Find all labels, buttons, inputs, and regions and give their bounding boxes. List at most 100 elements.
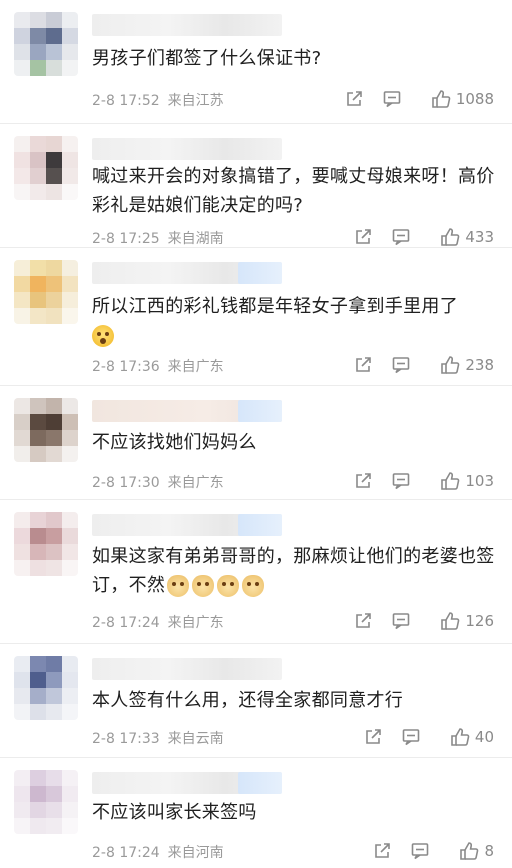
comment-icon[interactable]	[410, 841, 458, 861]
comment-item: 男孩子们都签了什么保证书? 2-8 17:52 来自江苏 1088	[0, 0, 512, 124]
comment-actions: 103	[353, 470, 494, 492]
like-count: 238	[465, 356, 494, 374]
doge-emoji	[192, 575, 215, 597]
avatar[interactable]	[14, 136, 78, 200]
like-button[interactable]: 126	[439, 610, 494, 632]
username-blurred[interactable]	[92, 514, 282, 536]
comment-text: 本人签有什么用，还得全家都同意才行	[92, 690, 404, 711]
avatar[interactable]	[14, 12, 78, 76]
comment-meta: 2-8 17:52 来自江苏	[92, 90, 224, 110]
comment-actions: 40	[363, 726, 494, 748]
comment-text: 男孩子们都签了什么保证书?	[92, 48, 322, 69]
user-badge	[238, 262, 282, 284]
comment-time: 2-8 17:24	[92, 615, 160, 631]
username-blurred[interactable]	[92, 658, 282, 680]
user-badge	[238, 772, 282, 794]
avatar[interactable]	[14, 512, 78, 576]
comment-text: 喊过来开会的对象搞错了，要喊丈母娘来呀！高价彩礼是姑娘们能决定的吗?	[92, 166, 495, 216]
thumbs-up-icon	[460, 842, 479, 860]
comment-icon[interactable]	[401, 727, 449, 747]
like-button[interactable]: 1088	[430, 88, 494, 110]
comment-item: 如果这家有弟弟哥哥的，那麻烦让他们的老婆也签订，不然 2-8 17:24 来自广东…	[0, 500, 512, 644]
comment-location: 来自广东	[167, 475, 224, 491]
share-icon[interactable]	[372, 841, 410, 861]
comment-meta: 2-8 17:33 来自云南	[92, 728, 224, 748]
avatar[interactable]	[14, 656, 78, 720]
comment-location: 来自江苏	[167, 93, 224, 109]
comment-item: 喊过来开会的对象搞错了，要喊丈母娘来呀！高价彩礼是姑娘们能决定的吗? 2-8 1…	[0, 124, 512, 248]
comment-actions: 126	[353, 610, 494, 632]
comment-icon[interactable]	[391, 471, 439, 491]
share-icon[interactable]	[353, 355, 391, 375]
like-button[interactable]: 8	[458, 840, 494, 862]
thumbs-up-icon	[441, 356, 460, 374]
comment-time: 2-8 17:25	[92, 231, 160, 247]
comment-time: 2-8 17:33	[92, 731, 160, 747]
thumbs-up-icon	[441, 228, 460, 246]
comment-location: 来自河南	[167, 845, 224, 861]
username-blurred[interactable]	[92, 400, 282, 422]
doge-emoji	[242, 575, 265, 597]
like-count: 8	[484, 842, 494, 860]
comment-actions: 238	[353, 354, 494, 376]
thumbs-up-icon	[441, 472, 460, 490]
like-count: 103	[465, 472, 494, 490]
comment-meta: 2-8 17:25 来自湖南	[92, 228, 224, 248]
comment-item: 所以江西的彩礼钱都是年轻女子拿到手里用了 2-8 17:36 来自广东 238	[0, 248, 512, 386]
comment-text: 不应该找她们妈妈么	[92, 432, 257, 453]
thumbs-up-icon	[451, 728, 470, 746]
comment-item: 不应该叫家长来签吗 2-8 17:24 来自河南 8	[0, 758, 512, 868]
comment-actions: 8	[372, 840, 494, 862]
doge-emoji	[217, 575, 240, 597]
comment-time: 2-8 17:24	[92, 845, 160, 861]
comment-meta: 2-8 17:30 来自广东	[92, 472, 224, 492]
like-count: 40	[474, 728, 494, 746]
share-icon[interactable]	[353, 611, 391, 631]
like-button[interactable]: 238	[439, 354, 494, 376]
shocked-face-emoji	[92, 325, 114, 347]
username-blurred[interactable]	[92, 14, 282, 36]
user-badge	[238, 400, 282, 422]
comment-location: 来自广东	[167, 359, 224, 375]
thumbs-up-icon	[441, 612, 460, 630]
comment-location: 来自云南	[167, 731, 224, 747]
emoji-group	[167, 575, 265, 597]
thumbs-up-icon	[432, 90, 451, 108]
comment-icon[interactable]	[391, 227, 439, 247]
username-blurred[interactable]	[92, 262, 282, 284]
comment-text: 所以江西的彩礼钱都是年轻女子拿到手里用了	[92, 292, 498, 350]
comment-icon[interactable]	[391, 355, 439, 375]
share-icon[interactable]	[363, 727, 401, 747]
like-button[interactable]: 433	[439, 226, 494, 248]
like-count: 433	[465, 228, 494, 246]
avatar[interactable]	[14, 770, 78, 834]
avatar[interactable]	[14, 260, 78, 324]
like-button[interactable]: 103	[439, 470, 494, 492]
doge-emoji	[167, 575, 190, 597]
comment-time: 2-8 17:30	[92, 475, 160, 491]
share-icon[interactable]	[344, 89, 382, 109]
comment-meta: 2-8 17:24 来自广东	[92, 612, 224, 632]
comment-icon[interactable]	[382, 89, 430, 109]
comment-actions: 433	[353, 226, 494, 248]
comment-meta: 2-8 17:24 来自河南	[92, 842, 224, 862]
share-icon[interactable]	[353, 227, 391, 247]
share-icon[interactable]	[353, 471, 391, 491]
comment-time: 2-8 17:52	[92, 93, 160, 109]
comment-time: 2-8 17:36	[92, 359, 160, 375]
username-blurred[interactable]	[92, 138, 282, 160]
like-count: 126	[465, 612, 494, 630]
comment-location: 来自湖南	[167, 231, 224, 247]
comment-meta: 2-8 17:36 来自广东	[92, 356, 224, 376]
comment-text: 不应该叫家长来签吗	[92, 802, 257, 823]
comment-location: 来自广东	[167, 615, 224, 631]
comment-icon[interactable]	[391, 611, 439, 631]
comment-item: 不应该找她们妈妈么 2-8 17:30 来自广东 103	[0, 386, 512, 500]
like-button[interactable]: 40	[449, 726, 494, 748]
comment-actions: 1088	[344, 88, 494, 110]
comment-text: 如果这家有弟弟哥哥的，那麻烦让他们的老婆也签订，不然	[92, 546, 495, 597]
username-blurred[interactable]	[92, 772, 282, 794]
comment-item: 本人签有什么用，还得全家都同意才行 2-8 17:33 来自云南 40	[0, 644, 512, 758]
user-badge	[238, 514, 282, 536]
avatar[interactable]	[14, 398, 78, 462]
